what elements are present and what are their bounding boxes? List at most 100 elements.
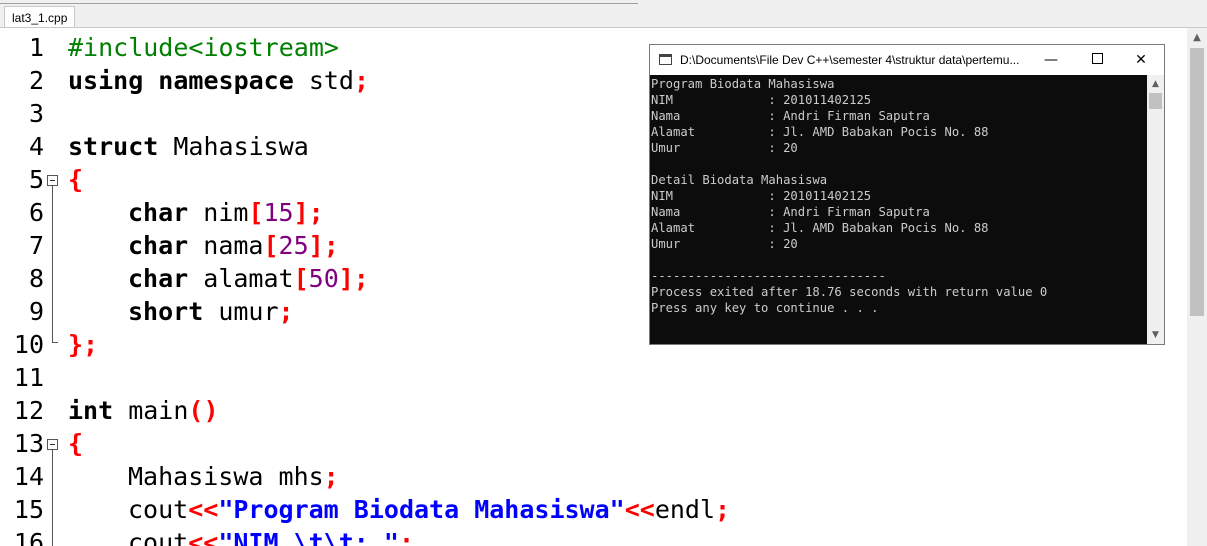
code-line: char nim[15]; <box>128 198 324 227</box>
maximize-button[interactable] <box>1074 45 1120 75</box>
tab-lat3-1-cpp[interactable]: lat3_1.cpp <box>4 6 76 28</box>
console-titlebar[interactable]: D:\Documents\File Dev C++\semester 4\str… <box>650 45 1164 75</box>
symbol: ; <box>354 66 370 95</box>
console-line: Alamat : Jl. AMD Babakan Pocis No. 88 <box>651 221 989 235</box>
number-literal: 50 <box>308 264 339 293</box>
symbol: ; <box>398 528 415 546</box>
keyword: struct <box>68 132 159 161</box>
keyword: using namespace <box>68 66 294 95</box>
fold-guide <box>52 186 53 342</box>
identifier: main <box>113 396 189 425</box>
line-number: 9 <box>28 297 44 326</box>
identifier: nim <box>188 198 249 227</box>
fold-toggle-main[interactable] <box>47 439 58 450</box>
editor-tab-strip: lat3_1.cpp <box>0 0 1207 28</box>
console-line: Umur : 20 <box>651 237 798 251</box>
line-number: 10 <box>13 330 44 359</box>
line-number: 6 <box>28 198 44 227</box>
scroll-up-icon[interactable]: ▲ <box>1187 30 1207 46</box>
line-number: 3 <box>28 99 44 128</box>
line-number: 13 <box>13 429 44 458</box>
string-literal: "Program Biodata Mahasiswa" <box>218 495 625 524</box>
scroll-up-icon[interactable]: ▲ <box>1147 77 1164 91</box>
line-number-gutter: 1 2 3 4 5 6 7 8 9 10 11 12 13 14 15 16 <box>0 28 66 546</box>
code-line: char nama[25]; <box>128 231 339 260</box>
line-number: 4 <box>28 132 44 161</box>
code-line: char alamat[50]; <box>128 264 369 293</box>
console-title: D:\Documents\File Dev C++\semester 4\str… <box>680 53 1020 67</box>
console-app-icon <box>659 54 672 65</box>
string-literal: "NIM \t\t: " <box>218 528 399 546</box>
editor-vertical-scrollbar[interactable]: ▲ <box>1187 28 1207 546</box>
line-number: 1 <box>28 33 44 62</box>
operator: << <box>624 495 655 524</box>
console-line: Detail Biodata Mahasiswa <box>651 173 828 187</box>
number-literal: 15 <box>263 198 294 227</box>
code-line: { <box>68 163 83 196</box>
minimize-button[interactable]: — <box>1028 45 1074 75</box>
console-line: -------------------------------- <box>651 269 886 283</box>
fold-toggle-struct[interactable] <box>47 175 58 186</box>
fold-end-marker <box>52 342 58 343</box>
console-window[interactable]: D:\Documents\File Dev C++\semester 4\str… <box>649 44 1165 345</box>
code-line: using namespace std; <box>68 64 369 97</box>
console-line: Program Biodata Mahasiswa <box>651 77 835 91</box>
console-output[interactable]: Program Biodata Mahasiswa NIM : 20101140… <box>650 75 1147 344</box>
operator: << <box>188 495 219 524</box>
keyword: int <box>68 396 114 425</box>
preprocessor-directive: #include<iostream> <box>68 33 339 62</box>
code-line: Mahasiswa mhs; <box>128 460 339 493</box>
identifier: alamat <box>188 264 294 293</box>
console-line: NIM : 201011402125 <box>651 189 872 203</box>
symbol: ; <box>715 495 731 524</box>
line-number: 2 <box>28 66 44 95</box>
console-line: Process exited after 18.76 seconds with … <box>651 285 1048 299</box>
maximize-icon <box>1091 53 1103 64</box>
identifier: Mahasiswa mhs <box>128 462 324 491</box>
console-vertical-scrollbar[interactable]: ▲ ▼ <box>1147 75 1164 344</box>
identifier: Mahasiswa <box>158 132 309 161</box>
identifier: cout <box>128 528 189 546</box>
code-line: { <box>68 427 83 460</box>
symbol: { <box>68 165 84 194</box>
scrollbar-thumb[interactable] <box>1190 48 1204 316</box>
symbol: () <box>188 396 219 425</box>
code-line: }; <box>68 328 98 361</box>
keyword: char <box>128 264 189 293</box>
operator: << <box>188 528 219 546</box>
line-number: 14 <box>13 462 44 491</box>
code-line: int main() <box>68 394 219 427</box>
identifier: std <box>293 66 354 95</box>
code-line: struct Mahasiswa <box>68 130 309 163</box>
keyword: char <box>128 198 189 227</box>
code-line: #include<iostream> <box>68 31 339 64</box>
line-number: 7 <box>28 231 44 260</box>
symbol: { <box>68 429 84 458</box>
menu-divider <box>0 0 638 4</box>
fold-guide <box>52 450 53 546</box>
minimize-icon: — <box>1044 52 1058 68</box>
symbol: ; <box>278 297 294 326</box>
identifier: nama <box>188 231 264 260</box>
identifier: umur <box>203 297 279 326</box>
code-line: cout<<"Program Biodata Mahasiswa"<<endl; <box>128 493 730 526</box>
close-button[interactable]: ✕ <box>1118 45 1164 75</box>
console-line: Nama : Andri Firman Saputra <box>651 205 930 219</box>
identifier: cout <box>128 495 189 524</box>
console-line: NIM : 201011402125 <box>651 93 872 107</box>
number-literal: 25 <box>278 231 309 260</box>
scrollbar-thumb[interactable] <box>1149 93 1162 109</box>
console-line: Nama : Andri Firman Saputra <box>651 109 930 123</box>
console-line: Press any key to continue . . . <box>651 301 879 315</box>
symbol: ; <box>323 462 339 491</box>
scroll-down-icon[interactable]: ▼ <box>1147 328 1164 342</box>
console-line: Alamat : Jl. AMD Babakan Pocis No. 88 <box>651 125 989 139</box>
keyword: char <box>128 231 189 260</box>
console-line: Umur : 20 <box>651 141 798 155</box>
line-number: 16 <box>13 528 44 546</box>
keyword: short <box>128 297 204 326</box>
code-line: short umur; <box>128 295 294 328</box>
line-number: 11 <box>13 363 44 392</box>
close-icon: ✕ <box>1135 52 1147 68</box>
symbol: }; <box>68 330 99 359</box>
